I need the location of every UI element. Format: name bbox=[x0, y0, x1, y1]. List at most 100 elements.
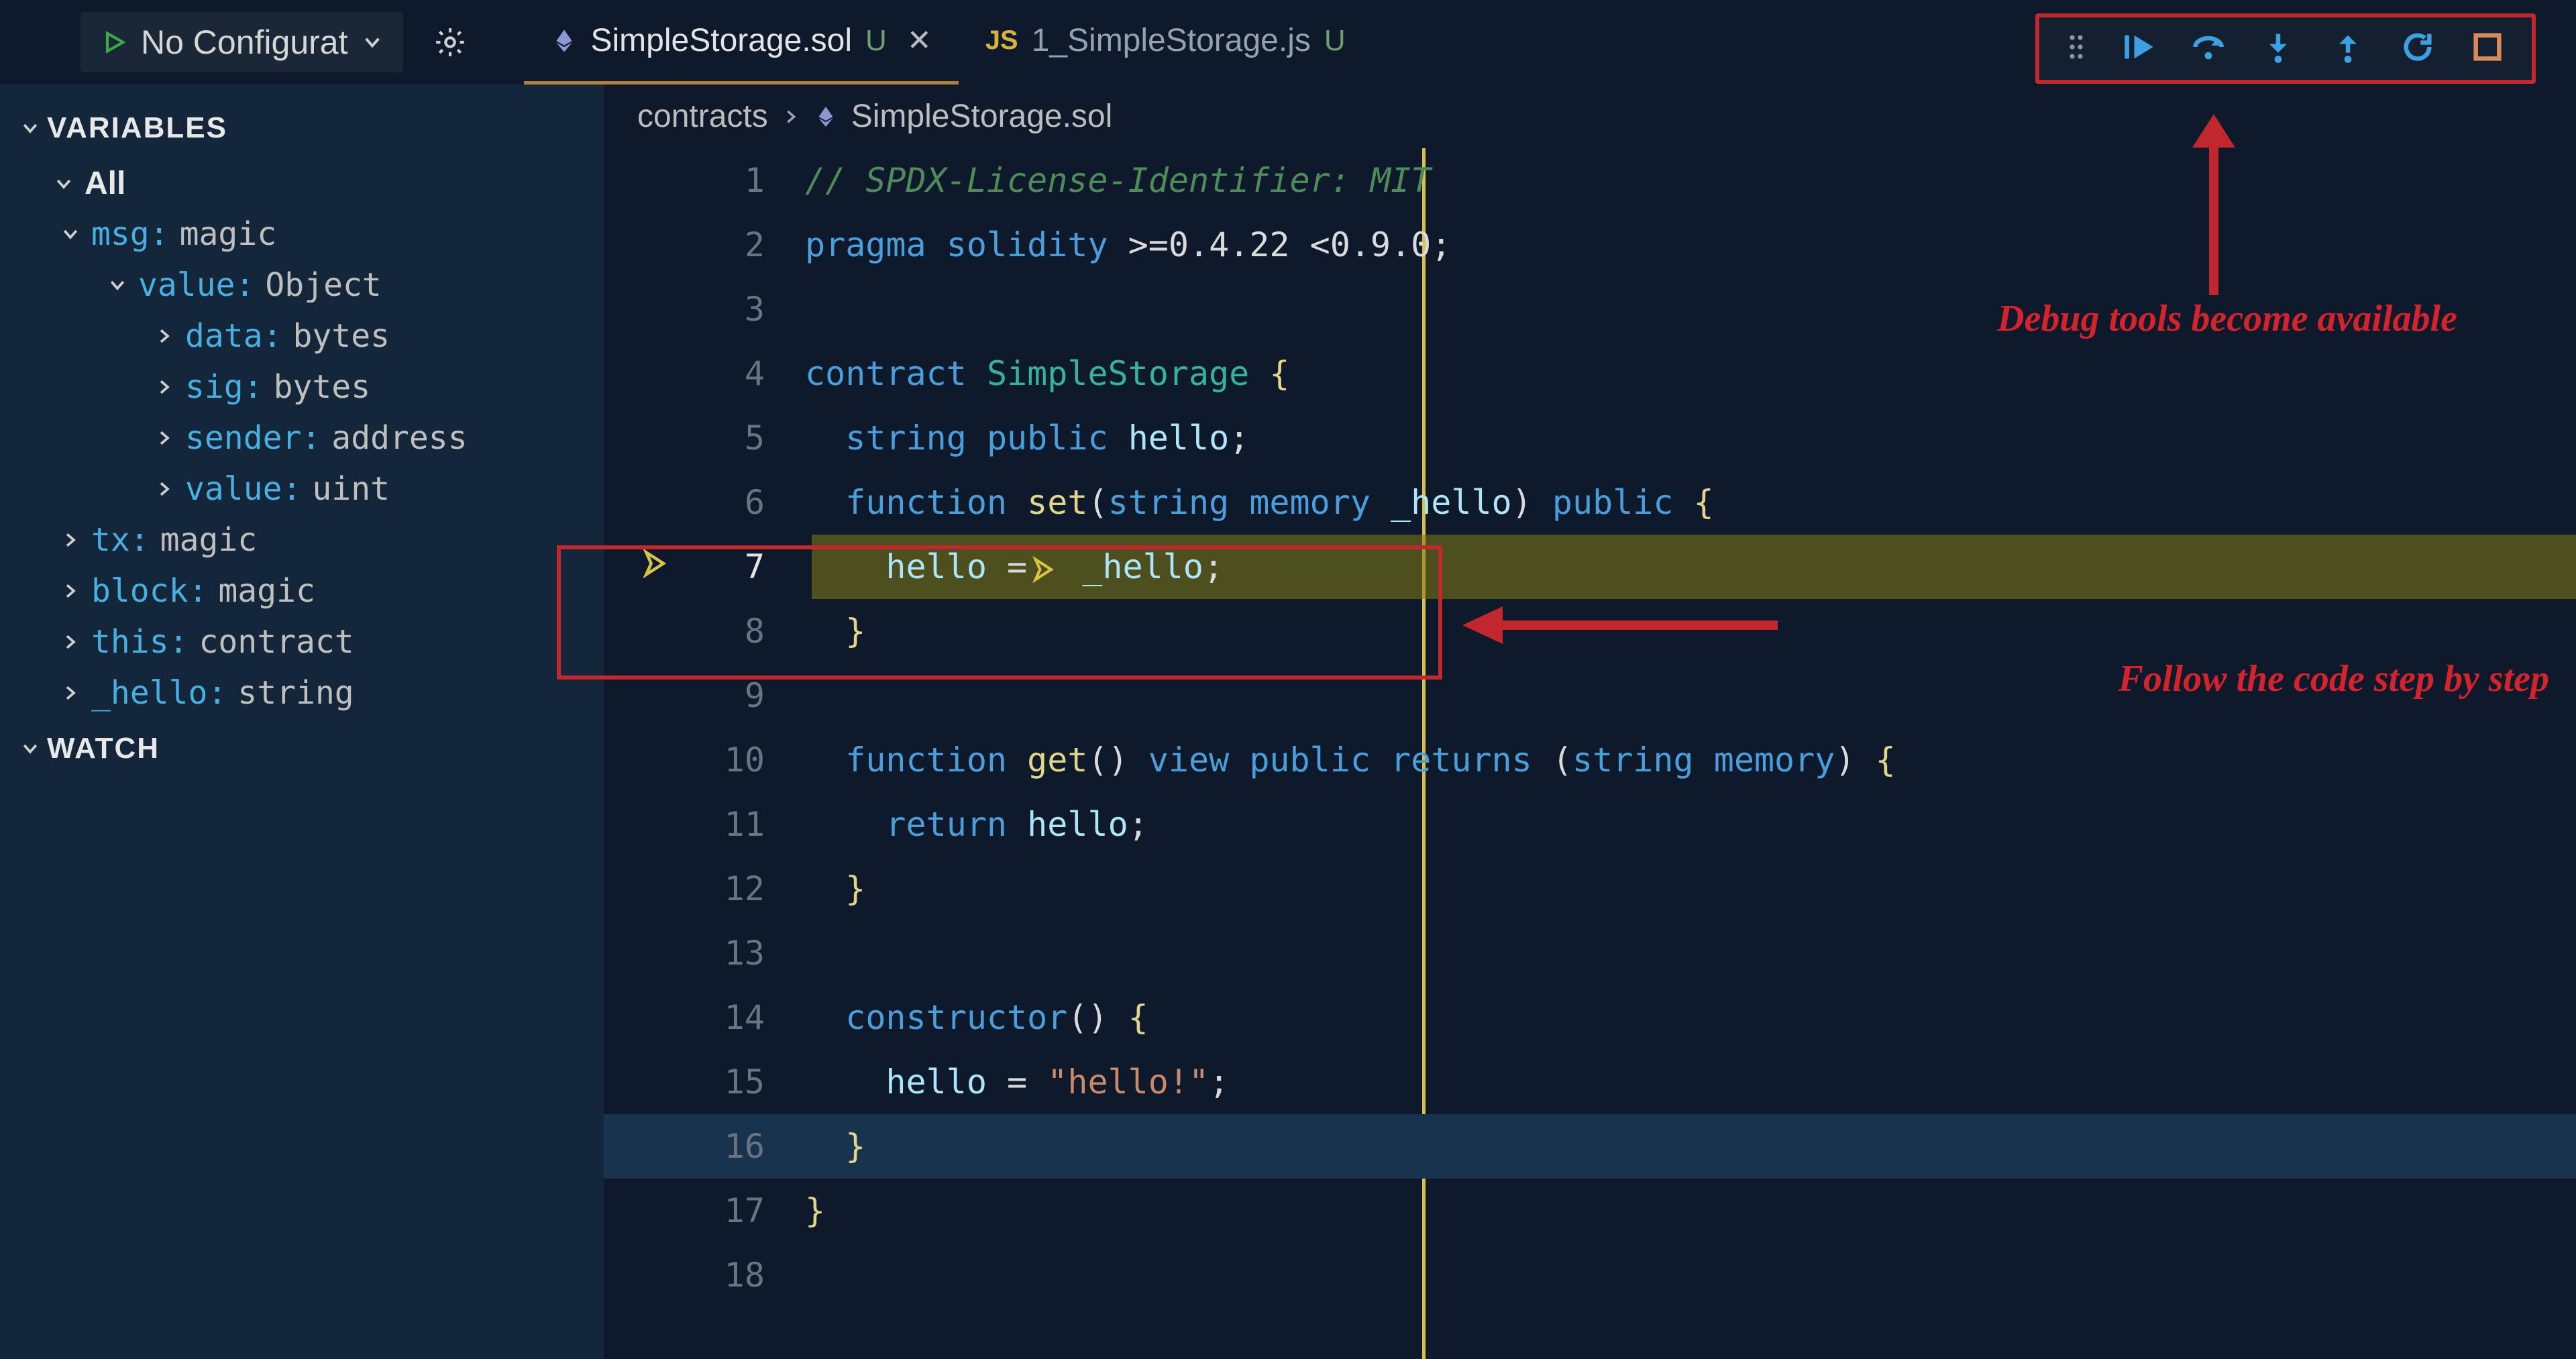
variable-this[interactable]: this: contract bbox=[27, 616, 604, 667]
code-line-6[interactable]: 6 function set(string memory _hello) pub… bbox=[604, 470, 2576, 535]
variable-value: string bbox=[237, 674, 354, 712]
tab-label: 1_SimpleStorage.js bbox=[1032, 22, 1311, 59]
debug-toolbar bbox=[2035, 13, 2536, 84]
code-line-18[interactable]: 18 bbox=[604, 1243, 2576, 1307]
chevron-down-icon bbox=[20, 118, 40, 138]
tab-1_simplestorage-js[interactable]: JS1_SimpleStorage.js U bbox=[959, 0, 1373, 85]
chevron-down-icon bbox=[54, 174, 74, 194]
chevron-down-icon bbox=[60, 224, 80, 244]
step-into-button[interactable] bbox=[2261, 30, 2296, 68]
code-line-8[interactable]: 8 } bbox=[604, 599, 2576, 663]
variable-block[interactable]: block: magic bbox=[27, 565, 604, 616]
chevron-right-icon bbox=[60, 632, 80, 652]
variable-value[interactable]: value: Object bbox=[27, 260, 604, 311]
stop-button[interactable] bbox=[2470, 30, 2505, 68]
line-number: 17 bbox=[604, 1179, 805, 1243]
line-number: 9 bbox=[604, 663, 805, 728]
code-line-10[interactable]: 10 function get() view public returns (s… bbox=[604, 728, 2576, 792]
step-over-button[interactable] bbox=[2191, 30, 2226, 68]
variable-msg[interactable]: msg: magic bbox=[27, 209, 604, 260]
code-line-13[interactable]: 13 bbox=[604, 921, 2576, 985]
line-number: 18 bbox=[604, 1243, 805, 1307]
variable-value: bytes bbox=[274, 368, 371, 406]
line-number: 12 bbox=[604, 857, 805, 921]
line-number: 15 bbox=[604, 1050, 805, 1114]
line-content: return hello; bbox=[805, 792, 1148, 857]
chevron-right-icon bbox=[60, 581, 80, 601]
line-number: 16 bbox=[604, 1114, 805, 1179]
breadcrumb-file[interactable]: SimpleStorage.sol bbox=[851, 98, 1113, 135]
step-out-button[interactable] bbox=[2330, 30, 2365, 68]
chevron-right-icon bbox=[154, 428, 174, 448]
drag-grip-icon[interactable] bbox=[2066, 34, 2086, 64]
line-content: } bbox=[805, 857, 865, 921]
execution-pointer-icon bbox=[641, 535, 671, 599]
line-content: } bbox=[805, 1179, 825, 1243]
variable-key: value: bbox=[138, 266, 254, 304]
tab-label: SimpleStorage.sol bbox=[591, 22, 853, 59]
variable-key: data: bbox=[185, 317, 282, 355]
variable-sender[interactable]: sender: address bbox=[27, 413, 604, 464]
line-content: constructor() { bbox=[805, 985, 1148, 1050]
line-number: 7 bbox=[604, 535, 805, 599]
chevron-down-icon bbox=[20, 739, 40, 759]
code-line-9[interactable]: 9 bbox=[604, 663, 2576, 728]
code-line-3[interactable]: 3 bbox=[604, 277, 2576, 341]
continue-button[interactable] bbox=[2121, 30, 2156, 68]
code-line-14[interactable]: 14 constructor() { bbox=[604, 985, 2576, 1050]
line-content: function set(string memory _hello) publi… bbox=[805, 470, 1714, 535]
settings-button[interactable] bbox=[430, 22, 470, 62]
code-line-2[interactable]: 2pragma solidity >=0.4.22 <0.9.0; bbox=[604, 213, 2576, 277]
chevron-right-icon bbox=[60, 530, 80, 550]
code-line-4[interactable]: 4contract SimpleStorage { bbox=[604, 341, 2576, 406]
code-editor[interactable]: 1// SPDX-License-Identifier: MIT2pragma … bbox=[604, 148, 2576, 1359]
line-number: 11 bbox=[604, 792, 805, 857]
play-icon bbox=[101, 29, 127, 56]
variable-sig[interactable]: sig: bytes bbox=[27, 362, 604, 413]
variable-_hello[interactable]: _hello: string bbox=[27, 667, 604, 718]
line-number: 14 bbox=[604, 985, 805, 1050]
variable-data[interactable]: data: bytes bbox=[27, 311, 604, 362]
run-config-label: No Configurat bbox=[141, 23, 348, 62]
variable-key: this: bbox=[91, 623, 189, 661]
breadcrumb-folder[interactable]: contracts bbox=[637, 98, 768, 135]
close-icon[interactable]: ✕ bbox=[907, 23, 932, 58]
tab-simplestorage-sol[interactable]: SimpleStorage.sol U ✕ bbox=[524, 0, 959, 85]
ethereum-icon bbox=[814, 105, 838, 129]
line-content: function get() view public returns (stri… bbox=[805, 728, 1896, 792]
code-line-15[interactable]: 15 hello = "hello!"; bbox=[604, 1050, 2576, 1114]
breadcrumb[interactable]: contracts SimpleStorage.sol bbox=[604, 85, 2576, 148]
code-line-17[interactable]: 17} bbox=[604, 1179, 2576, 1243]
code-line-5[interactable]: 5 string public hello; bbox=[604, 406, 2576, 470]
variable-key: _hello: bbox=[91, 674, 227, 712]
line-content: } bbox=[805, 599, 865, 663]
ethereum-icon bbox=[551, 28, 578, 54]
variable-value: magic bbox=[160, 521, 258, 559]
chevron-right-icon bbox=[782, 107, 800, 126]
variable-value[interactable]: value: uint bbox=[27, 464, 604, 514]
code-line-1[interactable]: 1// SPDX-License-Identifier: MIT bbox=[604, 148, 2576, 213]
restart-button[interactable] bbox=[2400, 30, 2435, 68]
variable-key: msg: bbox=[91, 215, 169, 253]
code-line-7[interactable]: 7 hello = _hello; bbox=[604, 535, 2576, 599]
chevron-down-icon bbox=[107, 275, 127, 295]
code-line-12[interactable]: 12 } bbox=[604, 857, 2576, 921]
code-line-16[interactable]: 16 } bbox=[604, 1114, 2576, 1179]
watch-section-header[interactable]: WATCH bbox=[0, 718, 604, 779]
line-number: 4 bbox=[604, 341, 805, 406]
variables-label: VARIABLES bbox=[47, 111, 227, 145]
variable-value: magic bbox=[180, 215, 277, 253]
tab-status: U bbox=[865, 24, 887, 58]
line-number: 5 bbox=[604, 406, 805, 470]
variable-value: address bbox=[331, 419, 467, 457]
variable-key: tx: bbox=[91, 521, 150, 559]
line-number: 6 bbox=[604, 470, 805, 535]
run-config-selector[interactable]: No Configurat bbox=[80, 12, 403, 72]
variables-section-header[interactable]: VARIABLES bbox=[0, 98, 604, 158]
variable-tx[interactable]: tx: magic bbox=[27, 514, 604, 565]
scope-all[interactable]: All bbox=[27, 158, 604, 209]
code-line-11[interactable]: 11 return hello; bbox=[604, 792, 2576, 857]
variable-key: sender: bbox=[185, 419, 321, 457]
line-number: 13 bbox=[604, 921, 805, 985]
variable-value: uint bbox=[312, 470, 390, 508]
